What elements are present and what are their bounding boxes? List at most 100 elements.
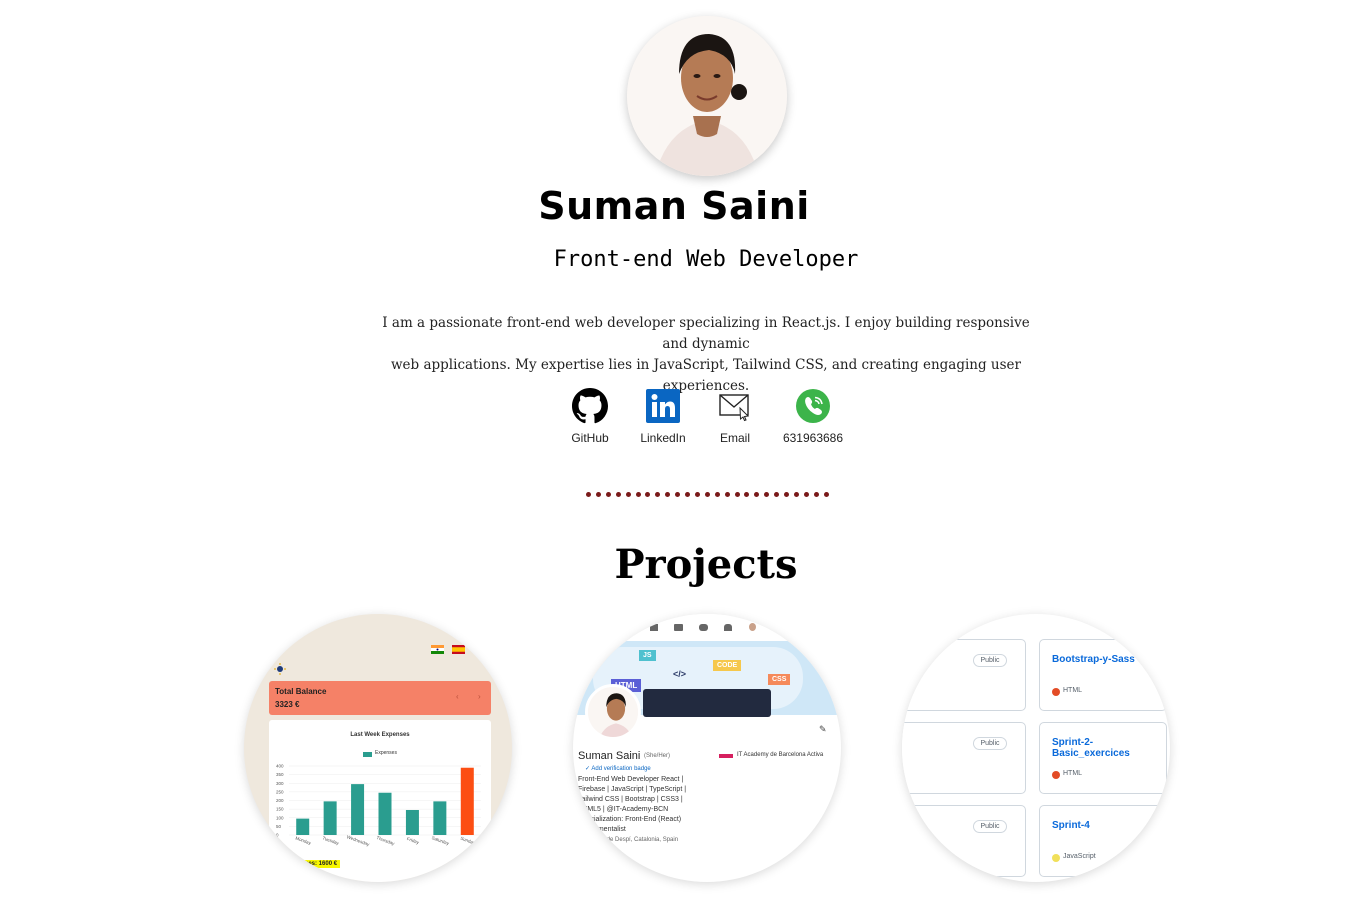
divider-dot (665, 492, 671, 497)
divider-dot (803, 492, 809, 497)
language-color-dot (1052, 688, 1060, 696)
linkedin-icon (645, 388, 681, 424)
js-tag: JS (639, 650, 656, 661)
expense-bar[interactable] (460, 767, 474, 835)
x-tick-label: Wednesday (346, 834, 371, 847)
y-tick-label: 0 (276, 833, 279, 838)
y-tick-label: 50 (276, 824, 282, 829)
divider-dot (724, 492, 730, 497)
profile-role: Front-end Web Developer (553, 247, 859, 272)
me-icon[interactable] (749, 623, 756, 631)
expense-bar[interactable] (405, 809, 419, 835)
y-tick-label: 350 (276, 772, 284, 777)
linkedin-org: IT Academy de Barcelona Activa (737, 752, 824, 758)
profile-bio: I am a passionate front-end web develope… (374, 313, 1038, 397)
x-tick-label: Monday (295, 836, 312, 846)
phone-link[interactable]: 631963686 (768, 388, 858, 445)
edit-pencil-icon[interactable]: ✎ (819, 724, 827, 735)
divider-dot (813, 492, 819, 497)
y-tick-label: 250 (276, 789, 284, 794)
expenses-bar-chart: 400 350 300 250 200 150 100 50 0 Monday Tuesday Wed… (276, 764, 481, 847)
divider-dot (784, 492, 789, 497)
india-flag-icon[interactable] (431, 641, 444, 654)
expense-bar[interactable] (378, 792, 392, 835)
linkedin-avatar (585, 684, 641, 740)
repo-card-sprint-4[interactable]: Sprint-4 JavaScript (1039, 805, 1167, 877)
public-badge: Public (973, 820, 1007, 833)
expense-bar[interactable] (323, 801, 337, 835)
css-tag: CSS (768, 674, 791, 685)
divider-dot (714, 492, 720, 497)
org-logo-icon (719, 754, 733, 758)
next-week-icon[interactable]: › (478, 692, 481, 701)
divider-dot (655, 492, 661, 497)
home-icon[interactable] (650, 624, 658, 631)
bio-line-1: I am a passionate front-end web develope… (382, 315, 1030, 352)
headline-5: Specialization: Front-End (React) (578, 816, 682, 823)
laptop-illustration (643, 689, 771, 717)
y-tick-label: 100 (276, 815, 284, 820)
profile-name: Suman Saini (538, 184, 810, 228)
y-tick-label: 200 (276, 798, 284, 803)
y-tick-label: 300 (276, 781, 284, 786)
divider-dot (586, 492, 591, 497)
x-tick-label: Friday (406, 836, 420, 845)
project-linkedin-profile[interactable]: JS CODE CSS HTML </> ✎ Suman Saini (She/… (573, 614, 841, 882)
repo-language: JavaScript (1063, 853, 1096, 860)
spain-flag-icon[interactable] (452, 641, 465, 654)
github-icon (572, 388, 609, 424)
verification-badge-link[interactable]: ✓ Add verification badge (585, 765, 651, 772)
divider-dot (635, 492, 641, 497)
repo-name[interactable]: Sprint-2-Basic_exercices (1052, 737, 1166, 759)
prev-week-icon[interactable]: ‹ (456, 692, 459, 701)
repo-card-bootstrap[interactable]: Bootstrap-y-Sass HTML (1039, 639, 1167, 711)
language-color-dot (1052, 854, 1060, 862)
section-divider (586, 492, 830, 504)
repo-card-left-1: Public (902, 639, 1026, 711)
language-color-dot (1052, 771, 1060, 779)
divider-dot (793, 492, 799, 497)
project-expense-tracker[interactable]: Total Balance 3323 € ‹ › Last Week Expen… (244, 614, 512, 882)
expenses-chart-card: Last Week Expenses Expenses 400 350 300 250… (269, 720, 491, 882)
linkedin-topbar (573, 614, 841, 638)
email-icon (717, 388, 753, 424)
divider-dot (764, 492, 770, 497)
repo-language: HTML (1063, 687, 1083, 694)
divider-dot (823, 492, 829, 497)
linkedin-location: Sant Joan de Despí, Catalonia, Spain (578, 837, 679, 843)
x-tick-label: Sunday (460, 836, 477, 846)
y-tick-label: 400 (276, 764, 284, 769)
jobs-icon[interactable] (674, 624, 683, 631)
divider-dot (734, 492, 740, 497)
linkedin-pronoun: (She/Her) (644, 753, 671, 759)
repo-card-left-2: Public (902, 722, 1026, 794)
expense-bar[interactable] (433, 801, 447, 835)
headline-3: Tailwind CSS | Bootstrap | CSS3 | (578, 796, 683, 803)
headline-1: Front-End Web Developer React | (578, 776, 684, 783)
public-badge: Public (973, 654, 1007, 667)
notifications-icon[interactable] (724, 624, 732, 631)
linkedin-name: Suman Saini (578, 750, 641, 762)
x-tick-label: Tuesday (322, 835, 340, 846)
sun-icon[interactable] (274, 662, 286, 680)
messaging-icon[interactable] (699, 624, 708, 631)
email-link[interactable]: Email (690, 388, 780, 445)
divider-dot (645, 492, 651, 497)
project-github-repos[interactable]: Public Public Public Bootstrap-y-Sass HT… (902, 614, 1170, 882)
code-tag: CODE (713, 660, 742, 671)
repo-name[interactable]: Sprint-4 (1052, 820, 1090, 831)
divider-dot (605, 492, 611, 497)
repo-name[interactable]: Bootstrap-y-Sass (1052, 654, 1135, 665)
code-brackets-icon: </> (673, 669, 687, 679)
expense-bar[interactable] (351, 784, 365, 835)
divider-dot (704, 492, 710, 497)
x-tick-label: Thursday (376, 835, 396, 846)
email-label: Email (719, 431, 750, 445)
repo-language: HTML (1063, 770, 1083, 777)
divider-dot (694, 492, 700, 497)
profile-photo (627, 16, 787, 176)
repo-card-sprint-2[interactable]: Sprint-2-Basic_exercices HTML (1039, 722, 1167, 794)
total-expenses: Expenses: 1600 € (284, 860, 341, 868)
expense-bar[interactable] (296, 818, 310, 835)
public-badge: Public (973, 737, 1007, 750)
